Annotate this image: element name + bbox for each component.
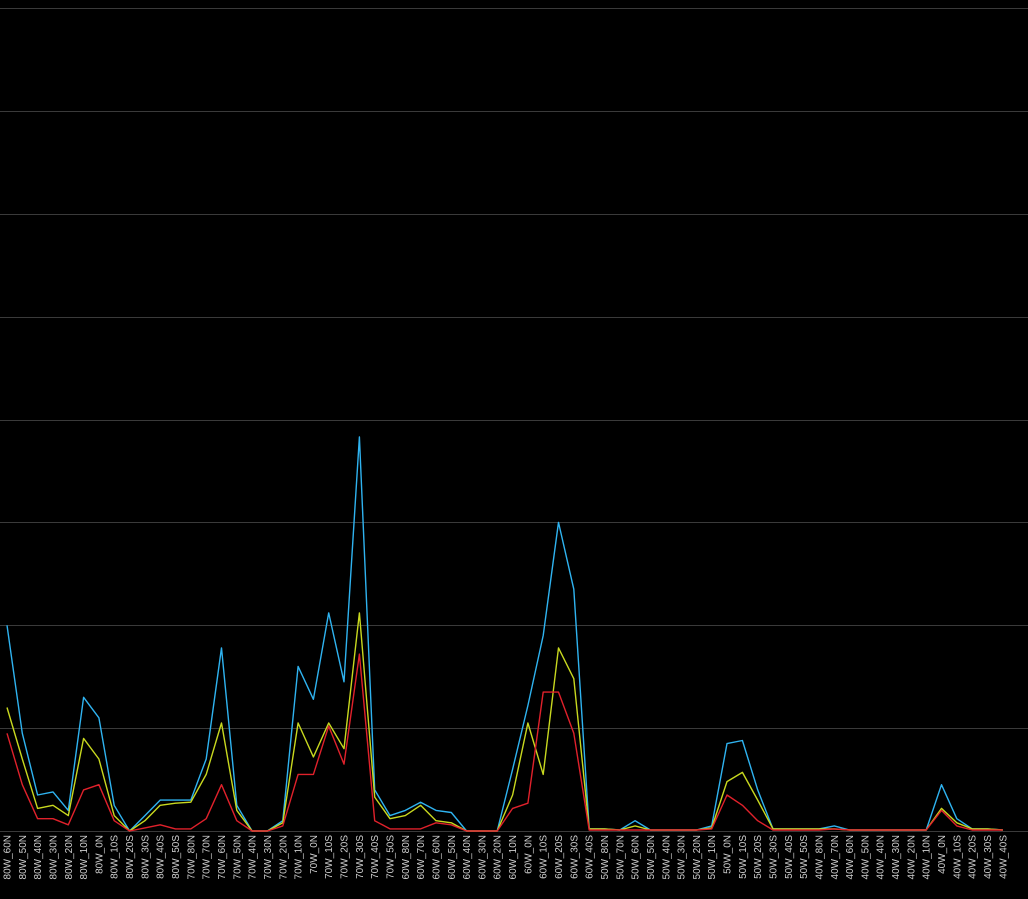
x-tick-label: 80W_30N [49, 835, 60, 879]
x-tick-label: 70W_0N [309, 835, 320, 874]
x-tick-label: 50W_60N [631, 835, 642, 879]
x-tick-label: 70W_50S [386, 835, 397, 879]
x-tick-label: 60W_20N [493, 835, 504, 879]
x-tick-label: 70W_10S [324, 835, 335, 879]
x-tick-label: 40W_0N [937, 835, 948, 874]
x-tick-label: 70W_20S [340, 835, 351, 879]
x-tick-label: 80W_10S [110, 835, 121, 879]
x-tick-label: 60W_80N [401, 835, 412, 879]
x-tick-label: 50W_0N [723, 835, 734, 874]
x-tick-label: 60W_40N [462, 835, 473, 879]
x-tick-label: 40W_10N [922, 835, 933, 879]
x-tick-label: 80W_0N [94, 835, 105, 874]
x-tick-label: 40W_10S [952, 835, 963, 879]
x-tick-label: 40W_20S [968, 835, 979, 879]
x-tick-label: 50W_20S [753, 835, 764, 879]
x-tick-label: 50W_30S [769, 835, 780, 879]
x-tick-label: 70W_30S [355, 835, 366, 879]
x-tick-label: 40W_80N [815, 835, 826, 879]
x-tick-label: 40W_20N [906, 835, 917, 879]
x-tick-label: 60W_30N [477, 835, 488, 879]
x-tick-label: 40W_30N [891, 835, 902, 879]
x-tick-label: 50W_30N [677, 835, 688, 879]
x-tick-label: 50W_40N [661, 835, 672, 879]
x-tick-label: 80W_20N [64, 835, 75, 879]
x-tick-label: 70W_30N [263, 835, 274, 879]
x-tick-label: 50W_20N [692, 835, 703, 879]
x-tick-label: 60W_20S [554, 835, 565, 879]
x-tick-label: 40W_40S [998, 835, 1009, 879]
x-tick-label: 70W_40S [370, 835, 381, 879]
x-tick-label: 60W_70N [416, 835, 427, 879]
x-tick-label: 40W_30S [983, 835, 994, 879]
x-tick-label: 80W_50S [171, 835, 182, 879]
x-tick-label: 60W_10S [539, 835, 550, 879]
x-tick-label: 40W_40N [876, 835, 887, 879]
x-tick-label: 40W_60N [845, 835, 856, 879]
x-tick-label: 70W_80N [186, 835, 197, 879]
x-tick-label: 70W_50N [232, 835, 243, 879]
x-tick-label: 80W_40S [156, 835, 167, 879]
x-tick-label: 70W_60N [217, 835, 228, 879]
x-tick-label: 50W_10S [738, 835, 749, 879]
x-tick-label: 70W_10N [294, 835, 305, 879]
x-tick-label: 60W_40S [585, 835, 596, 879]
x-tick-label: 70W_20N [278, 835, 289, 879]
x-tick-label: 60W_30S [569, 835, 580, 879]
x-tick-label: 60W_60N [432, 835, 443, 879]
x-tick-label: 40W_50N [860, 835, 871, 879]
x-tick-label: 80W_30S [140, 835, 151, 879]
line-chart: 80W_60N 80W_50N 80W_40N 80W_30N 80W_20N 80W_1… [0, 0, 1028, 899]
x-tick-label: 50W_50N [646, 835, 657, 879]
x-tick-label: 80W_40N [33, 835, 44, 879]
x-tick-label: 80W_50N [18, 835, 29, 879]
x-tick-label: 50W_80N [600, 835, 611, 879]
x-tick-label: 50W_50S [799, 835, 810, 879]
x-tick-label: 80W_10N [79, 835, 90, 879]
x-tick-label: 50W_10N [707, 835, 718, 879]
x-tick-label: 60W_10N [508, 835, 519, 879]
x-tick-label: 70W_70N [202, 835, 213, 879]
x-tick-label: 80W_20S [125, 835, 136, 879]
x-tick-label: 80W_60N [3, 835, 14, 879]
x-tick-label: 50W_40S [784, 835, 795, 879]
x-tick-label: 60W_50N [447, 835, 458, 879]
x-tick-label: 60W_0N [523, 835, 534, 874]
x-tick-label: 40W_70N [830, 835, 841, 879]
x-tick-label: 70W_40N [248, 835, 259, 879]
x-tick-label: 50W_70N [615, 835, 626, 879]
